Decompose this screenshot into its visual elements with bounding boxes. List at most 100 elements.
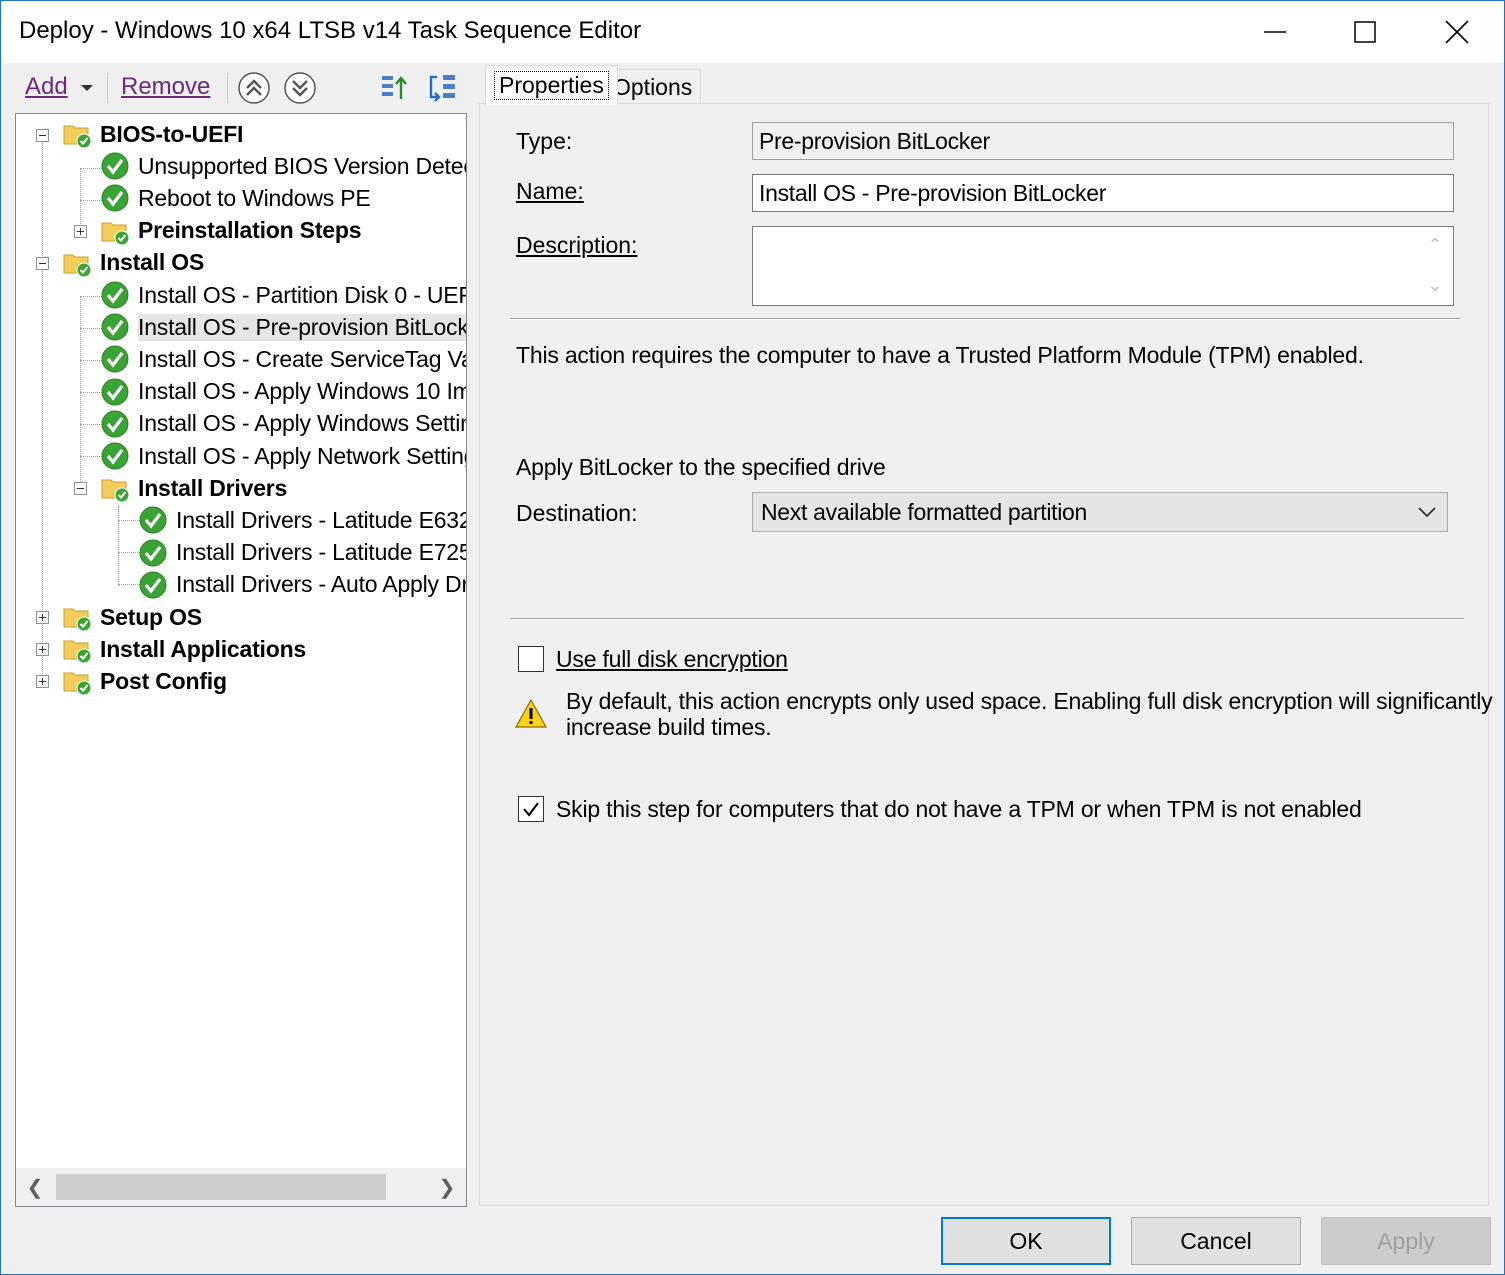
warning-text-line-1: By default, this action encrypts only us… bbox=[566, 688, 1493, 714]
tree-group-item[interactable]: Setup OS bbox=[62, 601, 202, 633]
maximize-button[interactable] bbox=[1319, 1, 1411, 63]
tree-step-item[interactable]: Install OS - Pre-provision BitLocke bbox=[100, 311, 466, 343]
tab-options-label: Options bbox=[613, 74, 693, 100]
apply-button[interactable]: Apply bbox=[1321, 1217, 1491, 1265]
toolbar-separator bbox=[107, 73, 108, 103]
tree-step-item[interactable]: Unsupported BIOS Version Detec bbox=[100, 150, 466, 182]
tab-properties-label: Properties bbox=[494, 71, 609, 100]
remove-label: Remove bbox=[121, 73, 211, 100]
ok-button[interactable]: OK bbox=[941, 1217, 1111, 1265]
tree-step-item[interactable]: Install OS - Apply Windows Settin bbox=[100, 408, 466, 440]
folder-icon bbox=[63, 254, 92, 278]
tree-connector bbox=[80, 296, 102, 297]
close-icon bbox=[1445, 20, 1469, 44]
sort-icon[interactable] bbox=[379, 71, 413, 105]
tree-connector bbox=[118, 506, 119, 586]
tree-connector bbox=[80, 456, 102, 457]
cancel-button[interactable]: Cancel bbox=[1131, 1217, 1301, 1265]
check-icon bbox=[101, 281, 129, 309]
tree-item-label: Install OS - Apply Windows Settin bbox=[138, 410, 466, 437]
check-icon bbox=[101, 152, 129, 180]
tree-group-item[interactable]: BIOS-to-UEFI bbox=[62, 118, 243, 150]
task-sequence-editor-window: Deploy - Windows 10 x64 LTSB v14 Task Se… bbox=[0, 0, 1505, 1275]
skip-no-tpm-label[interactable]: Skip this step for computers that do not… bbox=[556, 796, 1362, 823]
tree-step-item[interactable]: Install OS - Apply Windows 10 Ima bbox=[100, 376, 466, 408]
full-disk-encryption-checkbox[interactable] bbox=[518, 646, 544, 672]
full-disk-encryption-label[interactable]: Use full disk encryption bbox=[556, 646, 788, 673]
add-menu-button[interactable]: Add bbox=[25, 73, 94, 101]
collapse-toggle-install-os[interactable] bbox=[36, 257, 49, 270]
tree-item-label: Install Drivers bbox=[138, 474, 288, 501]
expand-toggle-install-applications[interactable] bbox=[36, 643, 49, 656]
skip-no-tpm-checkbox[interactable] bbox=[518, 796, 544, 822]
tree-step-item[interactable]: Install OS - Apply Network Setting bbox=[100, 440, 466, 472]
tree-connector bbox=[80, 328, 102, 329]
tree-horizontal-scrollbar[interactable]: ❮ ❯ bbox=[16, 1168, 466, 1206]
maximize-icon bbox=[1354, 21, 1376, 43]
divider bbox=[510, 618, 1464, 620]
collapse-toggle-install-drivers[interactable] bbox=[74, 482, 87, 495]
move-up-icon[interactable] bbox=[237, 71, 271, 105]
tab-properties[interactable]: Properties bbox=[485, 65, 618, 105]
folder-icon bbox=[63, 125, 92, 149]
tree-connector bbox=[118, 584, 140, 585]
tree-item-label: Post Config bbox=[100, 667, 227, 694]
destination-label: Destination: bbox=[516, 500, 638, 526]
tree-connector bbox=[42, 136, 43, 676]
remove-button[interactable]: Remove bbox=[121, 73, 210, 101]
tree-step-item[interactable]: Install Drivers - Auto Apply Dri bbox=[138, 569, 466, 601]
tree-step-item[interactable]: Install OS - Partition Disk 0 - UEFI bbox=[100, 279, 466, 311]
scroll-right-icon[interactable]: ❯ bbox=[434, 1174, 460, 1200]
folder-icon bbox=[63, 608, 92, 632]
check-icon bbox=[101, 184, 129, 212]
description-field[interactable]: ⌃ ⌄ bbox=[752, 226, 1454, 306]
title-bar: Deploy - Windows 10 x64 LTSB v14 Task Se… bbox=[1, 1, 1504, 63]
swap-icon[interactable] bbox=[425, 71, 459, 105]
tree-group-item[interactable]: Post Config bbox=[62, 665, 227, 697]
tree-step-item[interactable]: Install Drivers - Latitude E632 bbox=[138, 504, 466, 536]
scroll-down-icon[interactable]: ⌄ bbox=[1425, 275, 1445, 295]
properties-panel: Type: Pre-provision BitLocker Name: Inst… bbox=[479, 103, 1493, 1206]
tree-group-item[interactable]: Preinstallation Steps bbox=[100, 215, 362, 247]
tree-connector bbox=[80, 296, 81, 490]
tree-connector bbox=[118, 520, 140, 521]
check-icon bbox=[139, 571, 167, 599]
tree-item-label: BIOS-to-UEFI bbox=[100, 120, 244, 147]
divider bbox=[510, 318, 1460, 320]
destination-dropdown[interactable]: Next available formatted partition bbox=[752, 492, 1448, 532]
tpm-requirement-note: This action requires the computer to hav… bbox=[516, 342, 1364, 368]
expand-toggle-setup-os[interactable] bbox=[36, 611, 49, 624]
tree-group-item[interactable]: Install OS bbox=[62, 247, 204, 279]
tree-item-label: Install OS - Apply Network Setting bbox=[138, 442, 466, 469]
tree-group-item[interactable]: Install Applications bbox=[62, 633, 306, 665]
scroll-left-icon[interactable]: ❮ bbox=[22, 1174, 48, 1200]
move-down-icon[interactable] bbox=[283, 71, 317, 105]
tab-options[interactable]: Options bbox=[604, 69, 702, 105]
tree-step-item[interactable]: Install Drivers - Latitude E725 bbox=[138, 537, 466, 569]
collapse-toggle-bios-to-uefi[interactable] bbox=[36, 129, 49, 142]
scrollbar-thumb[interactable] bbox=[56, 1174, 386, 1200]
folder-icon bbox=[101, 479, 130, 503]
tree-item-label: Install Drivers - Auto Apply Dri bbox=[176, 571, 466, 598]
close-button[interactable] bbox=[1411, 1, 1503, 63]
warning-text-line-2: increase build times. bbox=[566, 714, 772, 740]
tree-step-item[interactable]: Reboot to Windows PE bbox=[100, 182, 371, 214]
toolbar: Add Remove bbox=[15, 65, 467, 111]
minimize-button[interactable] bbox=[1229, 1, 1321, 63]
task-sequence-tree[interactable]: BIOS-to-UEFI Unsupported BIOS Version Det… bbox=[15, 113, 467, 1207]
folder-icon bbox=[63, 672, 92, 696]
description-scrollbar[interactable]: ⌃ ⌄ bbox=[1417, 227, 1453, 305]
tree-step-item[interactable]: Install OS - Create ServiceTag Va bbox=[100, 343, 466, 375]
scroll-up-icon[interactable]: ⌃ bbox=[1425, 235, 1445, 255]
check-icon bbox=[139, 539, 167, 567]
tree-group-item[interactable]: Install Drivers bbox=[100, 472, 287, 504]
tree-item-label: Install Drivers - Latitude E725 bbox=[176, 539, 466, 566]
add-label: Add bbox=[25, 73, 68, 100]
expand-toggle-post-config[interactable] bbox=[36, 675, 49, 688]
tree-item-label: Install OS - Create ServiceTag Va bbox=[138, 345, 466, 372]
name-field[interactable]: Install OS - Pre-provision BitLocker bbox=[752, 174, 1454, 212]
tree-connector bbox=[80, 424, 102, 425]
check-icon bbox=[101, 313, 129, 341]
expand-toggle-preinstallation-steps[interactable] bbox=[74, 225, 87, 238]
name-label: Name: bbox=[516, 178, 584, 204]
